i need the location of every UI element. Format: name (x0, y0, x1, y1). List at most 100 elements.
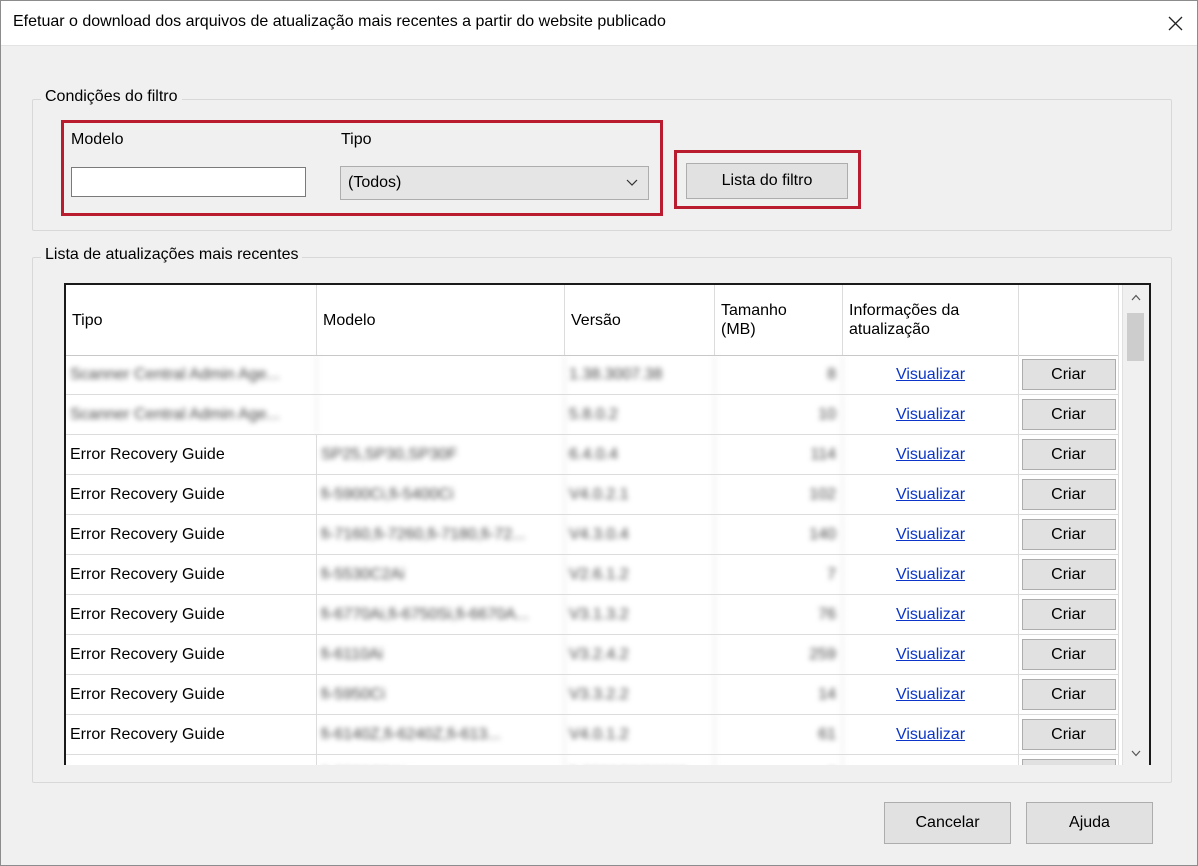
cell-tipo: Error Recovery Guide (66, 675, 317, 714)
cell-modelo: fi-5900Ci,fi-5400Ci (317, 475, 565, 514)
latest-updates-label: Lista de atualizações mais recentes (41, 246, 303, 264)
cell-info: Visualizar (843, 515, 1019, 554)
scroll-up-button[interactable] (1123, 285, 1149, 309)
cell-action: Criar (1019, 555, 1119, 594)
cell-tipo: Error Recovery Guide (66, 635, 317, 674)
cell-info: Visualizar (843, 435, 1019, 474)
chevron-down-icon (1131, 750, 1141, 756)
cell-info: Visualizar (843, 595, 1019, 634)
table-row[interactable]: Error Recovery Guide fi-7160,fi-7260,fi-7… (66, 515, 1119, 555)
table-row[interactable]: Error Recovery Guide fi-5530C2Ai V2.6.1.2 7… (66, 555, 1119, 595)
cell-modelo: fi-5950Ci (317, 675, 565, 714)
help-button[interactable]: Ajuda (1026, 802, 1153, 844)
scroll-thumb[interactable] (1127, 313, 1144, 361)
create-button[interactable]: Criar (1021, 759, 1116, 765)
close-button[interactable] (1159, 8, 1191, 38)
create-button[interactable]: Criar (1021, 639, 1116, 670)
column-header-modelo[interactable]: Modelo (317, 285, 565, 355)
column-header-informacoes[interactable]: Informações da atualização (843, 285, 1019, 355)
create-button[interactable]: Criar (1021, 719, 1116, 750)
create-button[interactable]: Criar (1021, 519, 1116, 550)
cell-modelo (317, 395, 565, 434)
create-button[interactable]: Criar (1021, 559, 1116, 590)
table-row[interactable]: Scanner Central Admin Age... 1.38.3007.38… (66, 355, 1119, 395)
column-header-tamanho-text: Tamanho (MB) (721, 302, 787, 338)
cell-action: Criar (1019, 355, 1119, 394)
type-select[interactable]: (Todos) (340, 166, 649, 200)
cancel-button[interactable]: Cancelar (884, 802, 1011, 844)
table-row[interactable]: Firmware do scannerfi-5530C2Aifi-5530C2/… (66, 755, 1119, 765)
chevron-down-icon (626, 179, 638, 186)
view-update-info-link[interactable]: Visualizar (896, 526, 965, 544)
create-button[interactable]: Criar (1021, 599, 1116, 630)
table-row[interactable]: Error Recovery Guide fi-5900Ci,fi-5400Ci V… (66, 475, 1119, 515)
table-row[interactable]: Error Recovery Guide SP25,SP30,SP30F 6.4.0… (66, 435, 1119, 475)
cell-modelo: fi-6140Z,fi-6240Z,fi-613... (317, 715, 565, 754)
cell-tipo: Scanner Central Admin Age... (66, 395, 317, 434)
close-icon (1168, 16, 1182, 30)
cell-tamanho: 14 (715, 675, 843, 714)
dialog-title: Efetuar o download dos arquivos de atual… (13, 13, 666, 30)
title-bar: Efetuar o download dos arquivos de atual… (1, 1, 1197, 46)
table-row[interactable]: Error Recovery Guide fi-6770Ai,fi-6750Si,… (66, 595, 1119, 635)
cell-versao: V4.3.0.4 (565, 515, 715, 554)
cell-info: Visualizar (843, 755, 1019, 765)
download-updates-dialog: Efetuar o download dos arquivos de atual… (0, 0, 1198, 866)
scroll-down-button[interactable] (1123, 741, 1149, 765)
cell-versao: fi-5530C2/00800... (565, 755, 715, 765)
updates-table: Tipo Modelo Versão Tamanho (MB) Informaç… (64, 283, 1151, 765)
cell-tipo: Error Recovery Guide (66, 595, 317, 634)
cell-modelo: fi-5530C2Ai (317, 755, 565, 765)
create-button[interactable]: Criar (1021, 439, 1116, 470)
table-row[interactable]: Error Recovery Guide fi-6140Z,fi-6240Z,fi… (66, 715, 1119, 755)
view-update-info-link[interactable]: Visualizar (896, 646, 965, 664)
create-button[interactable]: Criar (1021, 359, 1116, 390)
view-update-info-link[interactable]: Visualizar (896, 566, 965, 584)
cell-modelo: fi-6770Ai,fi-6750Si,fi-6670A... (317, 595, 565, 634)
cell-tipo: Error Recovery Guide (66, 435, 317, 474)
cell-info: Visualizar (843, 555, 1019, 594)
table-row[interactable]: Error Recovery Guide fi-6110Ai V3.2.4.2 259… (66, 635, 1119, 675)
cell-tipo: Error Recovery Guide (66, 555, 317, 594)
cell-versao: V4.0.2.1 (565, 475, 715, 514)
cell-versao: V3.1.3.2 (565, 595, 715, 634)
view-update-info-link[interactable]: Visualizar (896, 366, 965, 384)
cell-modelo: SP25,SP30,SP30F (317, 435, 565, 474)
column-header-versao[interactable]: Versão (565, 285, 715, 355)
filter-list-button[interactable]: Lista do filtro (686, 163, 848, 199)
create-button[interactable]: Criar (1021, 679, 1116, 710)
cell-tamanho: 259 (715, 635, 843, 674)
cell-action: Criar (1019, 635, 1119, 674)
cell-tipo: Firmware do scanner (66, 755, 317, 765)
cell-info: Visualizar (843, 715, 1019, 754)
cell-versao: V3.3.2.2 (565, 675, 715, 714)
table-row[interactable]: Scanner Central Admin Age... 5.8.0.2 10 Vis… (66, 395, 1119, 435)
cell-tipo: Error Recovery Guide (66, 715, 317, 754)
cell-modelo: fi-7160,fi-7260,fi-7180,fi-72... (317, 515, 565, 554)
cell-action: Criar (1019, 715, 1119, 754)
model-input[interactable] (71, 167, 306, 197)
vertical-scrollbar[interactable] (1122, 285, 1149, 765)
cell-info: Visualizar (843, 635, 1019, 674)
create-button[interactable]: Criar (1021, 479, 1116, 510)
cell-action: Criar (1019, 435, 1119, 474)
view-update-info-link[interactable]: Visualizar (896, 446, 965, 464)
view-update-info-link[interactable]: Visualizar (896, 486, 965, 504)
cell-action: Criar (1019, 515, 1119, 554)
table-row[interactable]: Error Recovery Guide fi-5950Ci V3.3.2.2 14 V… (66, 675, 1119, 715)
table-header: Tipo Modelo Versão Tamanho (MB) Informaç… (66, 285, 1119, 356)
create-button[interactable]: Criar (1021, 399, 1116, 430)
cell-tipo: Error Recovery Guide (66, 475, 317, 514)
column-header-tipo[interactable]: Tipo (66, 285, 317, 355)
view-update-info-link[interactable]: Visualizar (896, 726, 965, 744)
column-header-tamanho[interactable]: Tamanho (MB) (715, 285, 843, 355)
cell-versao: V3.2.4.2 (565, 635, 715, 674)
cell-info: Visualizar (843, 395, 1019, 434)
cell-info: Visualizar (843, 355, 1019, 394)
view-update-info-link[interactable]: Visualizar (896, 606, 965, 624)
view-update-info-link[interactable]: Visualizar (896, 406, 965, 424)
column-header-informacoes-text: Informações da atualização (849, 302, 960, 338)
view-update-info-link[interactable]: Visualizar (896, 686, 965, 704)
cell-action: Criar (1019, 475, 1119, 514)
cell-tamanho: 102 (715, 475, 843, 514)
